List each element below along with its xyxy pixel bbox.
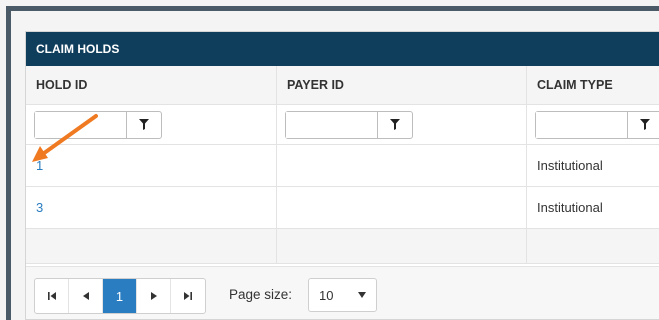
pager: 1 xyxy=(34,278,206,314)
claim-type-filter-button[interactable] xyxy=(628,112,659,138)
claim-type-cell: Institutional xyxy=(537,200,603,215)
payer-id-filter-input[interactable] xyxy=(286,111,378,138)
first-page-icon xyxy=(47,292,56,300)
page-size-label: Page size: xyxy=(229,287,293,302)
payer-id-cell xyxy=(277,145,527,186)
claim-type-filter xyxy=(535,110,659,139)
chevron-down-icon xyxy=(358,292,366,298)
claim-type-filter-input[interactable] xyxy=(536,111,628,138)
last-page-icon xyxy=(184,292,192,300)
filter-icon xyxy=(640,119,650,130)
column-header-claim-type[interactable]: CLAIM TYPE xyxy=(527,66,659,104)
next-page-icon xyxy=(150,292,157,300)
payer-id-filter-button[interactable] xyxy=(378,112,412,138)
empty-row xyxy=(26,229,659,264)
column-header-payer-id[interactable]: PAYER ID xyxy=(277,66,527,104)
hold-id-link[interactable]: 3 xyxy=(36,200,43,215)
filter-row xyxy=(26,105,659,145)
hold-id-link[interactable]: 1 xyxy=(36,158,43,173)
page-button-current[interactable]: 1 xyxy=(103,279,137,313)
payer-id-filter xyxy=(285,110,413,139)
panel-title: CLAIM HOLDS xyxy=(26,32,659,66)
page-size-select[interactable]: 10 xyxy=(308,278,377,312)
claim-holds-grid: HOLD ID PAYER ID CLAIM TYPE 1 Institutio… xyxy=(26,66,659,264)
filter-icon xyxy=(390,119,400,130)
table-row: 1 Institutional xyxy=(26,145,659,187)
payer-id-cell xyxy=(277,187,527,228)
filter-cell-hold-id xyxy=(26,105,277,144)
filter-icon xyxy=(139,119,149,130)
hold-id-filter-button[interactable] xyxy=(127,112,161,138)
prev-page-button[interactable] xyxy=(69,279,103,313)
last-page-button[interactable] xyxy=(171,279,205,313)
claim-holds-panel: CLAIM HOLDS HOLD ID PAYER ID CLAIM TYPE xyxy=(25,31,659,320)
first-page-button[interactable] xyxy=(35,279,69,313)
grid-header-row: HOLD ID PAYER ID CLAIM TYPE xyxy=(26,66,659,105)
table-row: 3 Institutional xyxy=(26,187,659,229)
hold-id-filter-input[interactable] xyxy=(35,111,127,138)
grid-pager-footer: 1 Page size: 10 xyxy=(26,266,659,319)
column-header-hold-id[interactable]: HOLD ID xyxy=(26,66,277,104)
prev-page-icon xyxy=(82,292,89,300)
claim-type-cell: Institutional xyxy=(537,158,603,173)
filter-cell-payer-id xyxy=(277,105,527,144)
filter-cell-claim-type xyxy=(527,105,659,144)
next-page-button[interactable] xyxy=(137,279,171,313)
hold-id-filter xyxy=(34,110,162,139)
page-size-value: 10 xyxy=(319,287,334,303)
